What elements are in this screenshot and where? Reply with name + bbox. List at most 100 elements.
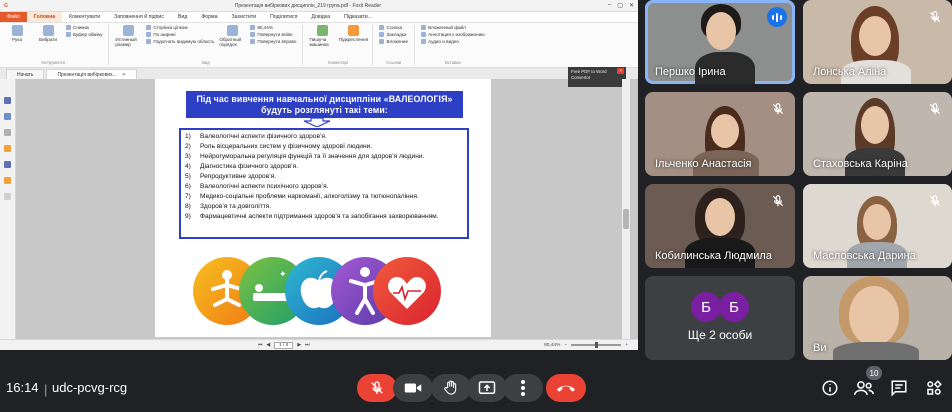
close-tab-icon[interactable]: ✕ — [122, 72, 126, 78]
avatar: Б — [691, 292, 721, 322]
mic-off-icon — [926, 192, 944, 210]
zoom-in-icon[interactable]: + — [625, 343, 628, 348]
info-icon — [822, 380, 838, 396]
tab-presentation[interactable]: Презентація вибіркових... ✕ — [46, 69, 137, 79]
layers-icon[interactable] — [4, 129, 11, 136]
notice-close-icon[interactable]: × — [617, 68, 624, 74]
more-icon — [521, 380, 525, 396]
participant-tile[interactable]: Стаховська Каріна — [803, 92, 952, 176]
reader-menubar: Файл Головна Коментувати Заповнення й пі… — [0, 12, 638, 23]
menu-form[interactable]: Форма — [194, 12, 224, 22]
svg-text:✦: ✦ — [279, 270, 287, 280]
pages-icon[interactable] — [4, 97, 11, 104]
zoom-value[interactable]: 80,44% — [544, 343, 560, 348]
mic-toggle-button[interactable] — [357, 374, 397, 402]
participant-tile[interactable]: Лонська Аліна — [803, 0, 952, 84]
participant-tile[interactable]: Ільченко Анастасія — [645, 92, 795, 176]
snapshot-button[interactable]: Снимок — [66, 25, 102, 30]
maximize-icon[interactable]: ▢ — [617, 2, 623, 9]
mic-off-icon — [769, 100, 787, 118]
menu-search[interactable]: Підказати... — [337, 12, 379, 22]
reader-ribbon: Рука Вибрати Снимок Буфер обміну Інструм… — [0, 23, 638, 68]
next-page-icon[interactable]: ▶ — [297, 343, 301, 348]
attachment-button[interactable]: Вложение — [379, 39, 408, 44]
close-icon[interactable]: ✕ — [629, 2, 634, 9]
leave-call-button[interactable] — [546, 374, 586, 402]
comments-icon[interactable] — [4, 145, 11, 152]
present-now-button[interactable] — [467, 374, 507, 402]
bookmarks-icon[interactable] — [4, 113, 11, 120]
participant-name: Ви — [813, 342, 827, 354]
audio-video-button[interactable]: Аудио и видео — [421, 39, 485, 44]
link-button[interactable]: Ссилка — [379, 25, 408, 30]
participant-tile[interactable]: Масловська Дарина — [803, 184, 952, 268]
security-icon[interactable] — [4, 177, 11, 184]
navigation-panel — [0, 79, 16, 339]
select-tool-button[interactable]: Вибрати — [35, 25, 61, 42]
activities-icon — [927, 380, 942, 395]
bookmark-button[interactable]: Закладка — [379, 32, 408, 37]
menu-file[interactable]: Файл — [0, 12, 27, 22]
prev-page-icon[interactable]: ◀ — [266, 343, 270, 348]
scrollbar-thumb[interactable] — [623, 209, 629, 229]
participant-name: Кобилинська Людмила — [655, 250, 772, 262]
hand-tool-button[interactable]: Рука — [4, 25, 30, 42]
first-page-icon[interactable]: ⏮ — [258, 342, 262, 348]
vertical-scrollbar[interactable] — [622, 79, 630, 339]
topic-item: 5) Репродуктивне здоров’я. — [185, 173, 277, 180]
menu-home[interactable]: Головна — [26, 12, 63, 22]
menu-protect[interactable]: Захистити — [224, 12, 263, 22]
heart-icon — [373, 257, 441, 325]
more-participants-tile[interactable]: Б Б Ще 2 особи — [645, 276, 795, 360]
highlight-button[interactable]: Підкреслення — [339, 25, 368, 47]
ribbon-group-label: Інструменти — [41, 60, 65, 65]
menu-view[interactable]: Вид — [171, 12, 194, 22]
mic-off-icon — [926, 100, 944, 118]
topic-item: 1) Валеологічні аспекти фізичного здоров’… — [185, 133, 327, 140]
activities-button[interactable] — [922, 376, 946, 400]
signatures-icon[interactable] — [4, 193, 11, 200]
participant-name: Лонська Аліна — [813, 66, 887, 78]
fit-visible-button[interactable]: Подогнать видимую область — [146, 39, 214, 44]
embedded-file-button[interactable]: Вложенный файл — [421, 25, 485, 30]
people-icon — [854, 381, 874, 396]
menu-help[interactable]: Довідка — [304, 12, 337, 22]
self-tile[interactable]: Ви — [803, 276, 952, 360]
zoom-out-icon[interactable]: − — [564, 343, 567, 348]
topic-item: 3) Нейрогуморальна регуляція функцій та ї… — [185, 153, 425, 160]
fit-width-button[interactable]: По ширині — [146, 32, 214, 37]
ribbon-group-tools: Рука Вибрати Снимок Буфер обміну Інструм… — [4, 25, 110, 65]
camera-toggle-button[interactable] — [393, 374, 433, 402]
menu-comment[interactable]: Коментувати — [62, 12, 107, 22]
page-number-field[interactable]: 1 / 6 — [274, 341, 294, 349]
ribbon-group-comment: Пишуча машинка Підкреслення Коментарі — [309, 25, 374, 65]
participant-tile[interactable]: Кобилинська Людмила — [645, 184, 795, 268]
zoom-slider[interactable] — [571, 342, 622, 348]
last-page-icon[interactable]: ⏭ — [305, 342, 309, 348]
participant-tile[interactable]: Першко Ірина — [645, 0, 795, 84]
chat-button[interactable] — [887, 376, 911, 400]
typewriter-button[interactable]: Пишуча машинка — [309, 25, 335, 47]
topic-item: 8) Здоров’я та довголіття. — [185, 203, 272, 210]
image-annotation-button[interactable]: Аннотация к изображению — [421, 32, 485, 37]
app-logo-icon: G — [4, 2, 8, 9]
rotate-right-button[interactable]: Повернути вправо — [250, 39, 296, 44]
menu-fill-sign[interactable]: Заповнення й підпис — [107, 12, 171, 22]
actual-size-button[interactable]: Истинный размер — [115, 25, 141, 47]
converter-notice[interactable]: Free PDF to Word Convertor × — [568, 67, 626, 87]
reflow-button[interactable]: Обратный порядок — [219, 25, 245, 47]
avatar: Б — [719, 292, 749, 322]
menu-share[interactable]: Поділитися — [263, 12, 304, 22]
zoom-field[interactable]: 80,44% — [250, 25, 296, 30]
ribbon-group-label: Вставка — [445, 60, 461, 65]
clipboard-button[interactable]: Буфер обміну — [66, 32, 102, 37]
tab-start[interactable]: Начать — [6, 69, 45, 79]
meeting-details-button[interactable] — [818, 376, 842, 400]
fit-page-button[interactable]: Сторінка цілком — [146, 25, 214, 30]
more-options-button[interactable] — [503, 374, 543, 402]
attachments-icon[interactable] — [4, 161, 11, 168]
raise-hand-button[interactable] — [431, 374, 471, 402]
minimize-icon[interactable]: – — [608, 2, 611, 9]
rotate-left-button[interactable]: Повернути вліво — [250, 32, 296, 37]
pdf-page: Під час вивчення навчальної дисципліни «… — [155, 79, 491, 337]
